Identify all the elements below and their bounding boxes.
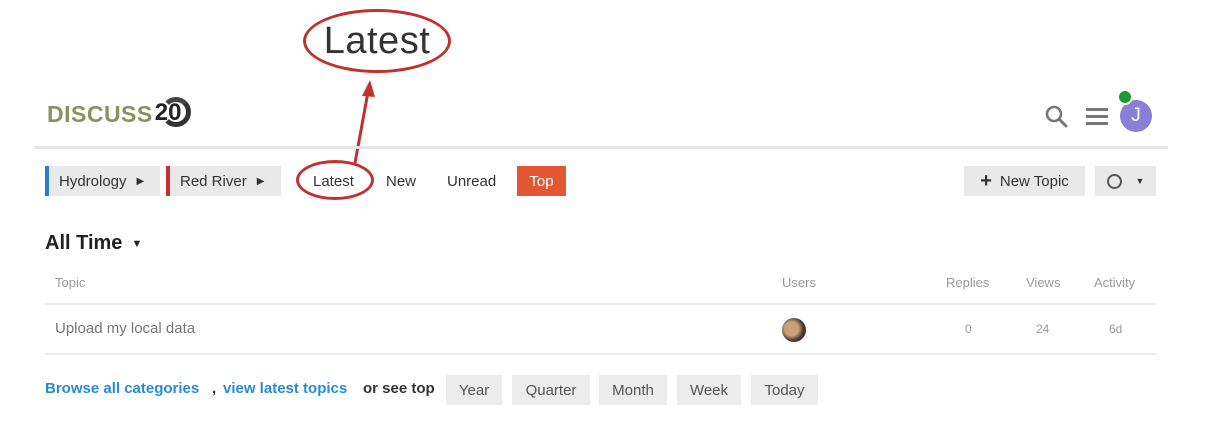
search-icon[interactable] <box>1044 104 1068 128</box>
circle-icon <box>1106 173 1122 189</box>
column-header-views[interactable]: Views <box>1026 275 1060 290</box>
column-header-activity[interactable]: Activity <box>1094 275 1135 290</box>
view-latest-topics-link[interactable]: view latest topics <box>223 380 347 397</box>
logo-number: 20 <box>154 99 182 126</box>
column-header-topic[interactable]: Topic <box>55 275 85 290</box>
annotation-highlight <box>296 160 374 200</box>
period-button-today[interactable]: Today <box>751 375 818 405</box>
notification-badge[interactable] <box>1117 89 1133 105</box>
category-color-bar <box>166 166 170 196</box>
breadcrumb-label: Hydrology <box>59 172 127 190</box>
footer-comma: , <box>212 380 217 397</box>
column-header-users: Users <box>782 275 816 290</box>
topic-replies: 0 <box>965 322 972 336</box>
poster-avatar[interactable] <box>782 318 806 342</box>
table-row-divider <box>45 353 1156 355</box>
new-topic-label: New Topic <box>999 172 1069 190</box>
table-divider <box>45 303 1156 305</box>
notification-level-dropdown[interactable]: ▼ <box>1095 166 1156 196</box>
category-color-bar <box>45 166 49 196</box>
logo-mark: 20 <box>153 96 197 132</box>
caret-right-icon: ▶ <box>136 175 145 187</box>
new-topic-button[interactable]: + New Topic <box>964 166 1085 196</box>
topic-activity[interactable]: 6d <box>1109 322 1122 336</box>
chevron-down-icon: ▼ <box>1135 176 1145 186</box>
column-header-replies[interactable]: Replies <box>946 275 989 290</box>
breadcrumb-label: Red River <box>180 172 247 190</box>
period-label: All Time <box>45 232 123 254</box>
period-button-quarter[interactable]: Quarter <box>512 375 590 405</box>
plus-icon: + <box>980 169 992 192</box>
see-top-text: or see top <box>363 380 435 397</box>
hamburger-menu-icon[interactable] <box>1085 105 1109 127</box>
breadcrumb-category-red-river[interactable]: Red River ▶ <box>166 166 281 196</box>
browse-categories-link[interactable]: Browse all categories <box>45 380 199 397</box>
period-button-month[interactable]: Month <box>599 375 667 405</box>
breadcrumb-category-hydrology[interactable]: Hydrology ▶ <box>45 166 160 196</box>
site-logo[interactable]: DISCUSS 20 <box>47 96 197 132</box>
chevron-down-icon: ▼ <box>131 237 143 250</box>
topic-views: 24 <box>1036 322 1050 336</box>
period-button-year[interactable]: Year <box>446 375 502 405</box>
header-divider <box>34 146 1168 149</box>
tab-unread[interactable]: Unread <box>447 166 496 196</box>
topic-title-link[interactable]: Upload my local data <box>55 320 195 337</box>
tab-new[interactable]: New <box>386 166 416 196</box>
logo-text: DISCUSS <box>47 100 153 127</box>
period-button-week[interactable]: Week <box>677 375 741 405</box>
caret-right-icon: ▶ <box>256 175 265 187</box>
period-selector[interactable]: All Time ▼ <box>45 232 142 255</box>
tab-top[interactable]: Top <box>517 166 566 196</box>
